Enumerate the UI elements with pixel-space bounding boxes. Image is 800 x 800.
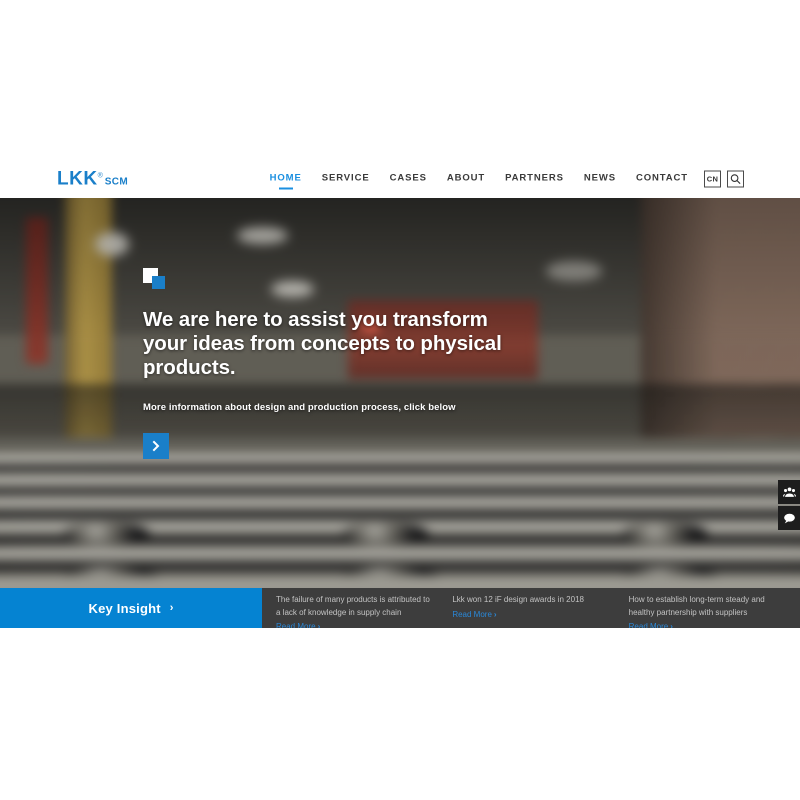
chevron-right-icon [152,440,160,452]
hero-content: We are here to assist you transform your… [143,268,573,459]
read-more-label: Read More [452,609,492,619]
language-switch-button[interactable]: CN [704,170,721,188]
hero-subtitle: More information about design and produc… [143,402,456,413]
nav-item-partners[interactable]: PARTNERS [495,169,574,190]
news-item[interactable]: The failure of many products is attribut… [271,588,447,628]
news-item-read-more[interactable]: Read More › [276,621,433,628]
logo-suffix-text: SCM [104,176,129,188]
key-insight-label: Key Insight [88,600,161,616]
key-insight-button[interactable]: Key Insight › [0,588,262,628]
news-strip: The failure of many products is attribut… [262,588,800,628]
page-bottom-whitespace [0,628,800,800]
people-group-icon [782,487,796,497]
nav-item-about[interactable]: ABOUT [437,169,495,190]
side-floating-toolbar [778,480,800,530]
nav-item-news[interactable]: NEWS [574,169,626,190]
hero-banner: We are here to assist you transform your… [0,198,800,628]
search-icon [730,174,741,184]
nav-item-service[interactable]: SERVICE [312,169,380,190]
news-item[interactable]: How to establish long-term steady and he… [624,588,800,628]
bottom-info-bar: Key Insight › The failure of many produc… [0,588,800,628]
site-header: LKK ® SCM HOME SERVICE CASES ABOUT PARTN… [0,160,800,198]
news-item-read-more[interactable]: Read More › [452,609,609,621]
logo-primary-text: LKK [57,168,98,190]
hero-headline: We are here to assist you transform your… [143,308,502,379]
site-logo[interactable]: LKK ® SCM [57,170,128,189]
language-switch-label: CN [706,174,719,184]
decoration-square-blue [152,276,165,289]
key-insight-arrow-icon: › [169,602,174,614]
two-squares-decoration-icon [143,268,171,294]
chat-bubble-icon [783,513,795,523]
hero-cta-button[interactable] [143,433,169,459]
logo-registered-mark: ® [97,172,103,180]
nav-item-home[interactable]: HOME [260,169,312,190]
news-item-read-more[interactable]: Read More › [629,621,786,628]
side-button-community[interactable] [778,480,800,504]
nav-item-cases[interactable]: CASES [380,169,437,190]
news-item-text: How to establish long-term steady and he… [628,595,765,617]
news-item-text: The failure of many products is attribut… [276,595,430,617]
read-more-chevron-icon: › [493,609,497,619]
nav-item-contact[interactable]: CONTACT [626,169,698,190]
news-item[interactable]: Lkk won 12 iF design awards in 2018 Read… [447,588,623,628]
side-button-chat[interactable] [778,506,800,530]
news-item-text: Lkk won 12 iF design awards in 2018 [452,595,584,604]
search-button[interactable] [727,170,744,188]
page-root: LKK ® SCM HOME SERVICE CASES ABOUT PARTN… [0,0,800,800]
main-navigation: HOME SERVICE CASES ABOUT PARTNERS NEWS C… [260,169,744,190]
